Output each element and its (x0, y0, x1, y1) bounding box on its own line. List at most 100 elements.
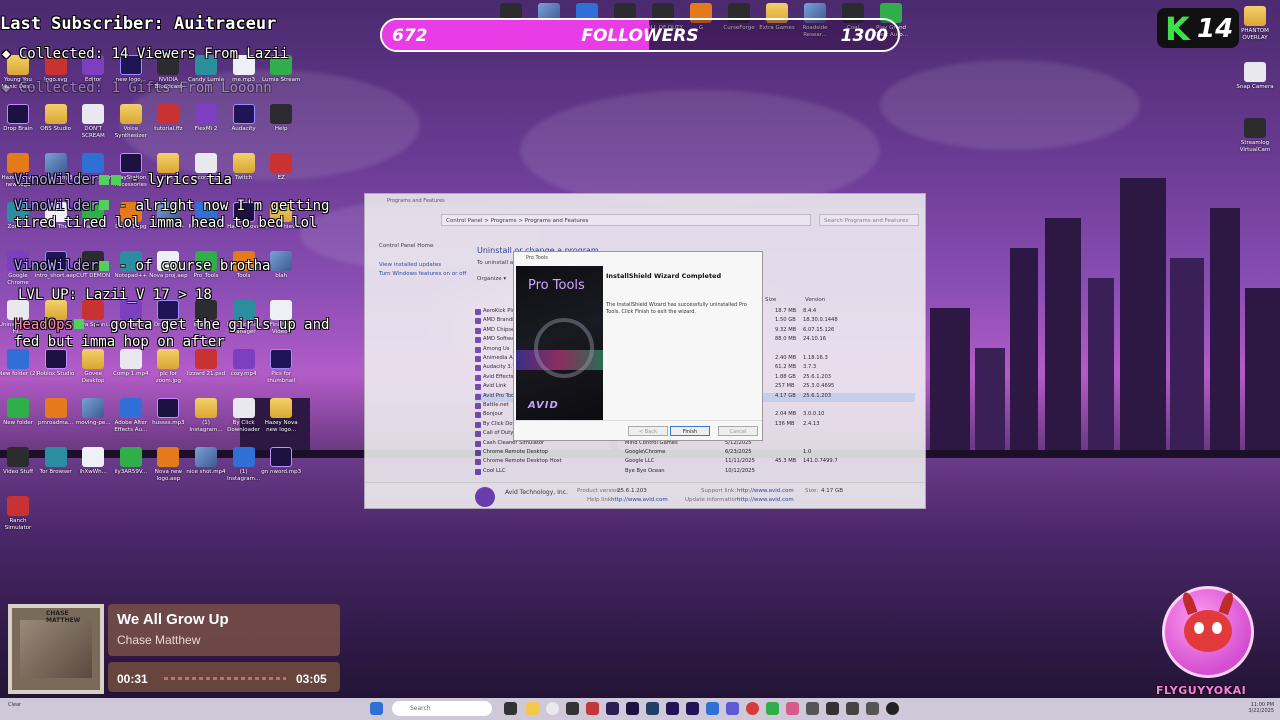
program-icon (475, 346, 481, 353)
taskbar-clock[interactable]: 11:00 PM 3/22/2025 (1248, 702, 1274, 714)
desktop-shortcut[interactable]: Streamlog VirtualCam (1234, 118, 1276, 153)
shortcut-icon (1244, 118, 1266, 138)
media-play-icon[interactable] (886, 702, 899, 715)
desktop-shortcut[interactable]: By Click Downloader (223, 398, 265, 433)
desktop-shortcut[interactable]: hussss.mp3 (147, 398, 189, 433)
shortcut-icon (195, 104, 217, 124)
chat-message: VinoWilder - of course brotha (14, 258, 270, 274)
desktop-shortcut[interactable]: DON'T SCREAM (72, 104, 114, 139)
shortcut-label: Video Stuff (2, 469, 34, 475)
program-row[interactable]: Chrome Remote Desktop Host Google LLC 11/1… (475, 458, 915, 467)
app-icon[interactable] (586, 702, 599, 715)
desktop-shortcut[interactable]: Roblox Studio (35, 349, 77, 384)
desktop-shortcut[interactable]: tutorial.ffz (147, 104, 189, 139)
program-row[interactable]: Chrome Remote Desktop Google\Chrome 6/23/2… (475, 449, 915, 458)
app-icon[interactable] (806, 702, 819, 715)
photoshop-icon[interactable] (606, 702, 619, 715)
desktop-shortcut[interactable]: (1) Instagram... (185, 398, 227, 433)
col-version-header[interactable]: Version (805, 297, 825, 303)
desktop-shortcut[interactable]: Snap Camera (1234, 62, 1276, 97)
obs-icon[interactable] (566, 702, 579, 715)
shortcut-label: moving-pe... (75, 420, 111, 426)
desktop-shortcut[interactable]: Tor Browser (35, 447, 77, 482)
product-version-label: Product version: (577, 488, 622, 494)
desktop-shortcut[interactable]: Adobe After Effects Au... (110, 398, 152, 433)
address-bar[interactable]: Control Panel > Programs > Programs and … (441, 214, 811, 226)
chrome-icon[interactable] (546, 702, 559, 715)
desktop-shortcut[interactable]: ihXwWh... (72, 447, 114, 482)
shortcut-label: PHANTOM OVERLAY (1241, 28, 1269, 41)
desktop-shortcut[interactable]: lly3AR59V... (110, 447, 152, 482)
desktop-shortcut[interactable]: nice shot.mp4 (185, 447, 227, 482)
chat-text: - lyrics tia (130, 172, 232, 188)
shortcut-label: Govee Desktop (81, 371, 105, 384)
program-size: 136 MB (775, 420, 795, 427)
program-version: 8.4.4 (803, 308, 817, 314)
app-icon[interactable] (866, 702, 879, 715)
after-effects-icon[interactable] (686, 702, 699, 715)
app-icon[interactable] (826, 702, 839, 715)
desktop-shortcut[interactable]: lizzard 21.psd (185, 349, 227, 384)
desktop-shortcut[interactable]: FlexMi 2 (185, 104, 227, 139)
app-icon[interactable] (746, 702, 759, 715)
desktop-shortcut[interactable]: Govee Desktop (72, 349, 114, 384)
back-button[interactable]: < Back (628, 426, 668, 436)
premiere-icon[interactable] (626, 702, 639, 715)
pro-tools-logo-text: Pro Tools (528, 278, 585, 293)
desktop-shortcut[interactable]: PHANTOM OVERLAY (1234, 6, 1276, 41)
app-icon[interactable] (706, 702, 719, 715)
after-effects-icon[interactable] (666, 702, 679, 715)
help-link[interactable]: http://www.avid.com (611, 497, 668, 503)
finish-button[interactable]: Finish (670, 426, 710, 436)
desktop-shortcut[interactable]: Nova new logo.aep (147, 447, 189, 482)
followers-label: FOLLOWERS (581, 26, 699, 46)
view-installed-updates-link[interactable]: View installed updates (379, 261, 469, 270)
start-button-icon[interactable] (370, 702, 383, 715)
file-explorer-icon[interactable] (526, 702, 539, 715)
desktop-shortcut[interactable]: cozy.mp4 (223, 349, 265, 384)
app-icon[interactable] (846, 702, 859, 715)
window-titlebar[interactable]: Programs and Features (365, 194, 925, 208)
desktop-shortcut[interactable]: pmroadma... (35, 398, 77, 433)
program-publisher: Google LLC (625, 458, 655, 465)
chat-message: VinoWilder - lyrics tia (14, 172, 232, 188)
followers-goal-bar: 672 FOLLOWERS 1300 (380, 18, 900, 52)
taskbar-search[interactable]: Search (392, 701, 492, 716)
desktop-shortcut[interactable]: Pics for thumbnail (260, 349, 302, 384)
program-row[interactable]: Cool LLC Bye Bye Ocean 10/12/2025 (475, 468, 915, 477)
col-size-header[interactable]: Size (765, 297, 776, 303)
desktop-shortcut[interactable]: Hazey Nova new logo... (260, 398, 302, 433)
cancel-button[interactable]: Cancel (718, 426, 758, 436)
desktop-shortcut[interactable]: (1) Instagram... (223, 447, 265, 482)
dialog-titlebar[interactable]: Pro Tools (514, 252, 762, 264)
shortcut-icon (119, 153, 142, 173)
desktop-shortcut[interactable]: New folder (2) (0, 349, 39, 384)
control-panel-home-link[interactable]: Control Panel Home (379, 242, 469, 251)
support-link[interactable]: http://www.avid.com (737, 488, 794, 494)
photoshop-icon[interactable] (646, 702, 659, 715)
desktop-shortcut[interactable]: Help (260, 104, 302, 139)
discord-icon[interactable] (726, 702, 739, 715)
desktop-shortcut[interactable]: Audacity (223, 104, 265, 139)
address-bar-row: Control Panel > Programs > Programs and … (371, 214, 919, 227)
desktop-shortcut[interactable]: pic for zoom.jpg (147, 349, 189, 384)
weather-status[interactable]: Clear (8, 702, 21, 708)
desktop-shortcut[interactable]: Comp 1.mp4 (110, 349, 152, 384)
search-input[interactable]: Search Programs and Features (819, 214, 919, 226)
desktop-shortcut[interactable]: moving-pe... (72, 398, 114, 433)
windows-features-link[interactable]: Turn Windows features on or off (379, 270, 469, 279)
program-date: 11/11/2025 (725, 458, 755, 465)
desktop-shortcut[interactable]: Ranch Simulator (0, 496, 39, 531)
app-icon[interactable] (786, 702, 799, 715)
update-info-link[interactable]: http://www.avid.com (737, 497, 794, 503)
desktop-shortcut[interactable]: New folder (0, 398, 39, 433)
desktop-shortcut[interactable]: OBS Studio (35, 104, 77, 139)
desktop-shortcut[interactable]: Voice Synthesizer (110, 104, 152, 139)
desktop-shortcut[interactable]: Drop Brain (0, 104, 39, 139)
installshield-dialog[interactable]: Pro Tools Pro Tools AVID InstallShield W… (513, 251, 763, 441)
desktop-shortcut[interactable]: EZ (260, 153, 302, 188)
task-view-icon[interactable] (504, 702, 517, 715)
desktop-shortcut[interactable]: Video Stuff (0, 447, 39, 482)
app-icon[interactable] (766, 702, 779, 715)
desktop-shortcut[interactable]: gn nword.mp3 (260, 447, 302, 482)
